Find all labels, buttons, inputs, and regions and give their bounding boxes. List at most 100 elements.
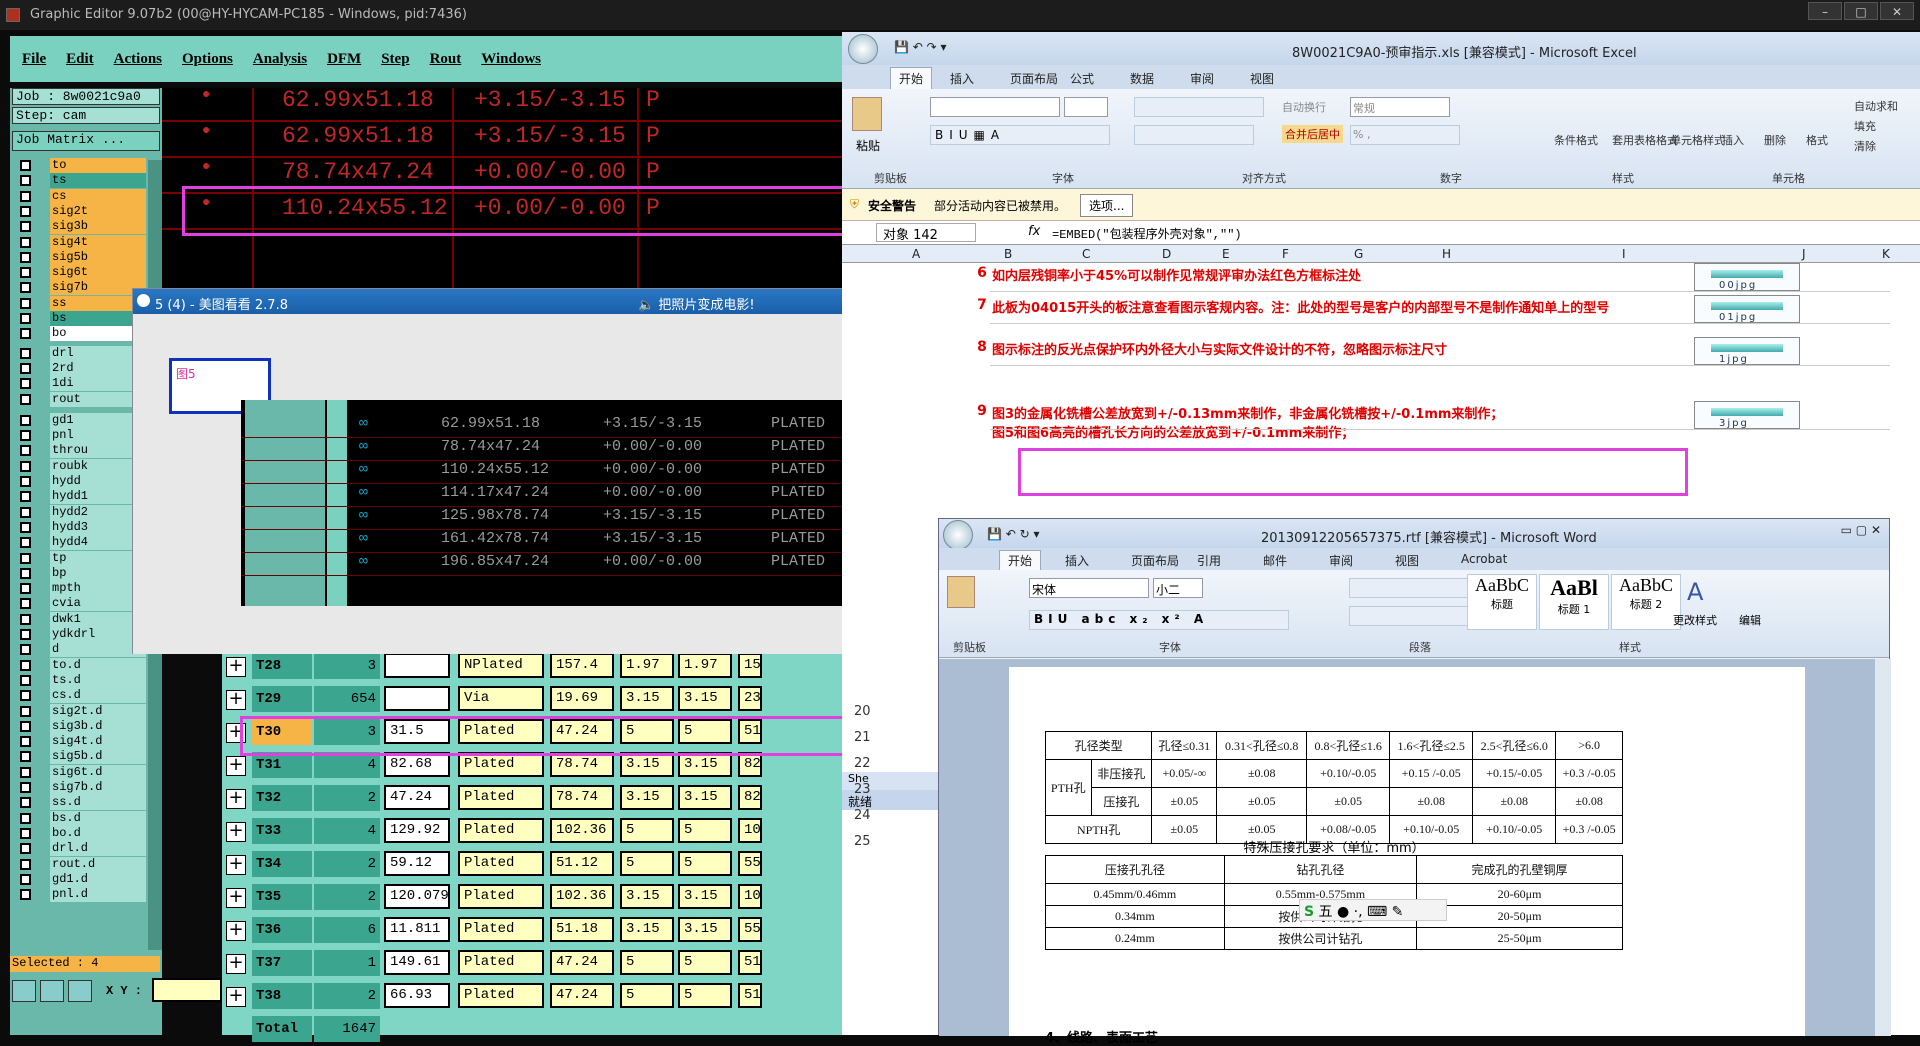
layer-row[interactable]: pnl.d — [16, 887, 162, 903]
drill-size-field[interactable]: 47.24 — [550, 983, 614, 1008]
layer-row[interactable]: to.d — [16, 657, 162, 673]
layer-checkbox[interactable] — [20, 674, 31, 686]
tool-name[interactable]: T32 — [252, 785, 312, 811]
layer-row[interactable]: sig3b — [16, 219, 162, 235]
expand-icon[interactable]: + — [226, 855, 246, 875]
drill-size-field[interactable]: 19.69 — [550, 686, 614, 711]
plating-type-select[interactable]: Plated — [458, 917, 544, 942]
extra-field[interactable]: 55 — [738, 917, 762, 942]
plating-type-select[interactable]: Via — [458, 686, 544, 711]
layer-checkbox[interactable] — [20, 347, 31, 359]
tol-plus-field[interactable]: 5 — [678, 818, 732, 843]
paste-icon[interactable] — [947, 576, 975, 608]
word-window-controls[interactable]: ▭ ▢ ✕ — [1841, 523, 1881, 537]
tool-name[interactable]: T38 — [252, 983, 312, 1009]
make-movie-link[interactable]: 🔈 把照片变成电影! — [638, 294, 755, 313]
tab-3[interactable]: 公式 — [1070, 70, 1094, 87]
layer-checkbox[interactable] — [20, 873, 31, 885]
tol-minus-field[interactable]: 3.15 — [620, 686, 674, 711]
tol-minus-field[interactable]: 3.15 — [620, 785, 674, 810]
layer-checkbox[interactable] — [20, 378, 31, 390]
extra-field[interactable]: 10 — [738, 884, 762, 909]
layer-checkbox[interactable] — [20, 766, 31, 778]
tool-name[interactable]: T36 — [252, 917, 312, 943]
menu-file[interactable]: File — [22, 51, 46, 68]
tol-plus-field[interactable]: 3.15 — [678, 917, 732, 942]
align-top-buttons[interactable] — [1134, 97, 1264, 117]
tool-name[interactable]: T29 — [252, 686, 312, 712]
menu-options[interactable]: Options — [182, 51, 233, 68]
instruction-cell[interactable]: 图3的金属化铣槽公差放宽到+/-0.13mm来制作，非金属化铣槽按+/-0.1m… — [992, 403, 1512, 441]
expand-icon[interactable]: + — [226, 690, 246, 710]
drill-size-field[interactable]: 51.18 — [550, 917, 614, 942]
menu-rout[interactable]: Rout — [430, 51, 462, 68]
layer-checkbox[interactable] — [20, 476, 31, 487]
instruction-cell[interactable]: 此板为04015开头的板注意查看图示客规内容。注：此处的型号是客户的内部型号不是… — [992, 297, 1682, 316]
layer-checkbox[interactable] — [20, 797, 31, 809]
extra-field[interactable]: 55 — [738, 851, 762, 876]
drill-size-field[interactable]: 102.36 — [550, 818, 614, 843]
layer-checkbox[interactable] — [20, 690, 31, 702]
instruction-cell[interactable]: 图示标注的反光点保护环内外径大小与实际文件设计的不符，忽略图示标注尺寸 — [992, 339, 1682, 358]
align-buttons[interactable] — [1134, 125, 1254, 145]
grid-tool-icon[interactable] — [68, 980, 92, 1002]
layer-checkbox[interactable] — [20, 659, 31, 671]
layer-row[interactable]: gd1.d — [16, 871, 162, 887]
tab-1[interactable]: 插入 — [950, 70, 974, 87]
column-header[interactable]: J — [1802, 247, 1806, 261]
plating-type-select[interactable]: Plated — [458, 818, 544, 843]
drill-size-field[interactable]: 51.12 — [550, 851, 614, 876]
layer-checkbox[interactable] — [20, 460, 31, 472]
tab-6[interactable]: 视图 — [1250, 70, 1274, 87]
tool-name[interactable]: T35 — [252, 884, 312, 910]
layer-row[interactable]: sig5b — [16, 249, 162, 265]
finish-size-field[interactable]: 129.92 — [384, 818, 450, 843]
column-header[interactable]: K — [1882, 247, 1890, 261]
maximize-icon[interactable]: □ — [1844, 2, 1878, 20]
layer-row[interactable]: sig2t — [16, 203, 162, 219]
font-size-select[interactable] — [1064, 97, 1108, 117]
extra-field[interactable]: 10 — [738, 818, 762, 843]
fx-icon[interactable]: fx — [1028, 224, 1040, 239]
layer-checkbox[interactable] — [20, 736, 31, 748]
extra-field[interactable]: 15 — [738, 653, 762, 678]
minimize-icon[interactable]: – — [1808, 2, 1842, 20]
layer-checkbox[interactable] — [20, 583, 31, 595]
word-vertical-scrollbar[interactable] — [1875, 659, 1891, 1036]
ime-toolbar[interactable]: S 五 ● ·, ⌨ ✎ — [1299, 899, 1447, 921]
layer-checkbox[interactable] — [20, 889, 31, 901]
layer-row[interactable]: sig5b.d — [16, 749, 162, 765]
tool-name[interactable]: T33 — [252, 818, 312, 844]
plating-type-select[interactable]: Plated — [458, 884, 544, 909]
layer-checkbox[interactable] — [20, 827, 31, 839]
style-gallery-item[interactable]: AaBbC 标题 — [1467, 574, 1537, 630]
menu-step[interactable]: Step — [381, 51, 409, 68]
cells-button[interactable]: 插入 — [1722, 132, 1744, 148]
styles-button[interactable]: 单元格样式 — [1670, 132, 1725, 148]
layer-checkbox[interactable] — [20, 567, 31, 579]
zoom-tool-icon[interactable] — [12, 980, 36, 1002]
quick-access-icons[interactable]: 💾 ↶ ↷ ▾ — [894, 40, 947, 54]
layer-checkbox[interactable] — [20, 190, 31, 202]
finish-size-field[interactable] — [384, 686, 450, 711]
font-size-select[interactable]: 小二 — [1153, 578, 1203, 598]
tol-plus-field[interactable]: 3.15 — [678, 884, 732, 909]
tab-5[interactable]: 审阅 — [1329, 552, 1353, 569]
layer-checkbox[interactable] — [20, 843, 31, 855]
formula-input[interactable]: =EMBED("包装程序外壳对象","") — [1052, 225, 1242, 242]
layer-row[interactable]: sig4t.d — [16, 734, 162, 750]
wrap-text-button[interactable]: 自动换行 — [1282, 99, 1326, 115]
expand-icon[interactable]: + — [226, 756, 246, 776]
office-button-icon[interactable] — [848, 34, 878, 64]
drill-size-field[interactable]: 102.36 — [550, 884, 614, 909]
layer-row[interactable]: sig4t — [16, 234, 162, 250]
menu-analysis[interactable]: Analysis — [253, 51, 307, 68]
layer-checkbox[interactable] — [20, 521, 31, 533]
finish-size-field[interactable]: 59.12 — [384, 851, 450, 876]
layer-checkbox[interactable] — [20, 858, 31, 870]
tol-plus-field[interactable]: 5 — [678, 950, 732, 975]
layer-row[interactable]: ts — [16, 173, 162, 189]
layer-checkbox[interactable] — [20, 613, 31, 625]
column-header[interactable]: F — [1282, 247, 1289, 261]
layer-row[interactable]: to — [16, 158, 162, 173]
